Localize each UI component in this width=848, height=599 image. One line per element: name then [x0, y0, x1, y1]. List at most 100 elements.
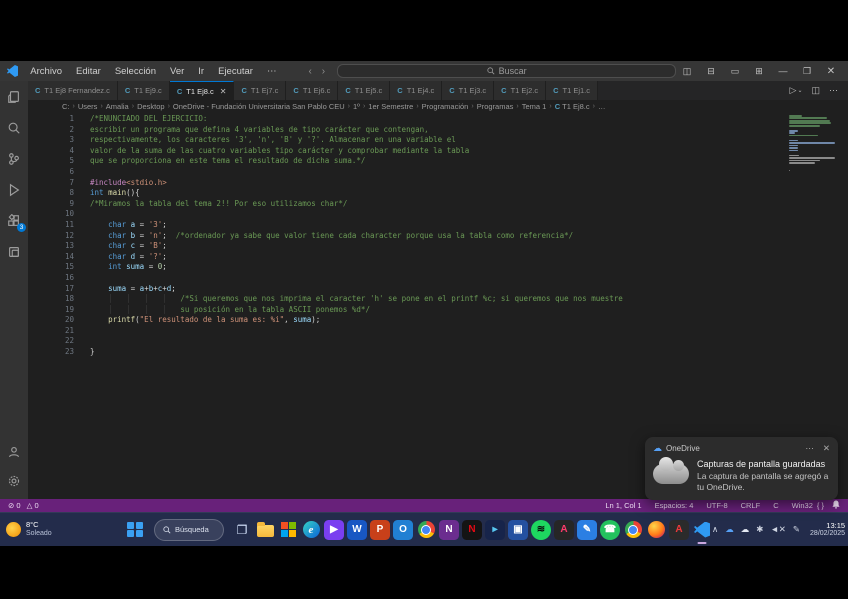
taskbar-search[interactable]: Búsqueda	[154, 519, 224, 541]
onenote-icon[interactable]: N	[439, 520, 459, 540]
code-line[interactable]: 9/*Miramos la tabla del tema 2!! Por eso…	[28, 199, 848, 210]
prime-video-icon[interactable]: ▸	[485, 520, 505, 540]
notification-more-icon[interactable]: ⋯	[805, 443, 814, 454]
formatter-icon[interactable]: { }	[817, 501, 824, 510]
weather-widget[interactable]: 8°C Soleado	[6, 521, 124, 538]
code-line[interactable]: 23}	[28, 347, 848, 358]
taskbar-clock[interactable]: 13:15 28/02/2025	[810, 521, 845, 538]
code-line[interactable]: 6	[28, 167, 848, 178]
start-button[interactable]	[124, 518, 146, 542]
breadcrumb-item[interactable]: C:	[62, 102, 70, 111]
status-item-ln1col1[interactable]: Ln 1, Col 1	[605, 501, 641, 510]
code-line[interactable]: 4valor de la suma de las cuatro variable…	[28, 146, 848, 157]
status-item-crlf[interactable]: CRLF	[741, 501, 761, 510]
breadcrumb-item[interactable]: Users	[78, 102, 98, 111]
tray-expand-icon[interactable]: ∧	[712, 524, 718, 535]
breadcrumb-item[interactable]: …	[598, 102, 606, 111]
breadcrumb-item[interactable]: Desktop	[137, 102, 165, 111]
command-center-search[interactable]: Buscar	[337, 64, 676, 78]
breadcrumb-item[interactable]: Amalia	[106, 102, 129, 111]
pen-icon[interactable]: ✎	[793, 524, 800, 535]
menu-item-ejecutar[interactable]: Ejecutar	[212, 64, 259, 79]
paint-icon[interactable]: ✎	[577, 520, 597, 540]
code-line[interactable]: 5que se proporciona en este tema el resu…	[28, 156, 848, 167]
settings-gear-icon[interactable]	[6, 473, 22, 489]
status-item-win32[interactable]: Win32	[792, 501, 813, 510]
breadcrumb-item[interactable]: Tema 1	[522, 102, 547, 111]
volume-muted-icon[interactable]: ◄✕	[770, 524, 786, 535]
code-line[interactable]: 11 char a = '3';	[28, 220, 848, 231]
code-line[interactable]: 13 char c = 'B';	[28, 241, 848, 252]
menu-item-archivo[interactable]: Archivo	[24, 64, 68, 79]
notifications-bell-icon[interactable]	[832, 500, 840, 511]
toggle-sidebar-icon[interactable]: ◫	[676, 62, 698, 80]
errors-icon[interactable]: ⊘ 0	[8, 501, 21, 510]
breadcrumb-item[interactable]: Programación	[422, 102, 469, 111]
code-line[interactable]: 22	[28, 336, 848, 347]
cloud-icon[interactable]: ☁	[741, 524, 750, 535]
extensions-icon[interactable]: 3	[6, 213, 22, 229]
tab-t1-ej8-fernandez-c[interactable]: CT1 Ej8 Fernandez.c	[28, 81, 118, 100]
tab-t1-ej9-c[interactable]: CT1 Ej9.c	[118, 81, 170, 100]
tab-t1-ej3-c[interactable]: CT1 Ej3.c	[442, 81, 494, 100]
menu-item-[interactable]: ⋯	[261, 64, 283, 79]
code-line[interactable]: 19 │ │ │ │ su posición en la tabla ASCII…	[28, 305, 848, 316]
close-button[interactable]: ✕	[820, 62, 842, 80]
run-debug-icon[interactable]	[6, 182, 22, 198]
code-line[interactable]: 2escribir un programa que defina 4 varia…	[28, 125, 848, 136]
remote-explorer-icon[interactable]	[6, 244, 22, 260]
tab-t1-ej6-c[interactable]: CT1 Ej6.c	[286, 81, 338, 100]
code-line[interactable]: 14 char d = '?';	[28, 252, 848, 263]
status-item-c[interactable]: C	[773, 501, 778, 510]
adobe-express-icon[interactable]: A	[554, 520, 574, 540]
source-control-icon[interactable]	[6, 151, 22, 167]
google-chrome-alt-icon[interactable]	[623, 520, 643, 540]
powerpoint-icon[interactable]: P	[370, 520, 390, 540]
tab-t1-ej2-c[interactable]: CT1 Ej2.c	[494, 81, 546, 100]
status-item-utf8[interactable]: UTF-8	[706, 501, 727, 510]
code-line[interactable]: 17 suma = a+b+c+d;	[28, 284, 848, 295]
movies-tv-icon[interactable]: ▣	[508, 520, 528, 540]
tab-t1-ej5-c[interactable]: CT1 Ej5.c	[338, 81, 390, 100]
tab-t1-ej7-c[interactable]: CT1 Ej7.c	[234, 81, 286, 100]
customize-layout-icon[interactable]: ⊞	[748, 62, 770, 80]
onedrive-notification[interactable]: ☁ OneDrive ⋯ ✕ Capturas de pantalla guar…	[645, 437, 838, 500]
media-player-icon[interactable]: ▶	[324, 520, 344, 540]
word-icon[interactable]: W	[347, 520, 367, 540]
code-line[interactable]: 16	[28, 273, 848, 284]
code-line[interactable]: 21	[28, 326, 848, 337]
menu-item-editar[interactable]: Editar	[70, 64, 107, 79]
breadcrumb-item[interactable]: 1º	[353, 102, 360, 111]
code-line[interactable]: 15 int suma = 0;	[28, 262, 848, 273]
spotify-icon[interactable]: ≋	[531, 520, 551, 540]
notification-close-icon[interactable]: ✕	[823, 443, 830, 454]
whatsapp-icon[interactable]: ☎	[600, 520, 620, 540]
breadcrumb-item[interactable]: Programas	[477, 102, 514, 111]
minimap[interactable]	[789, 115, 835, 172]
minimize-button[interactable]: —	[772, 62, 794, 80]
code-line[interactable]: 18 │ │ │ │ /*Si queremos que nos imprima…	[28, 294, 848, 305]
ms-store-icon[interactable]	[278, 520, 298, 540]
tray-settings-icon[interactable]: ✱	[756, 524, 763, 535]
onedrive-cloud-icon[interactable]: ☁	[725, 524, 734, 535]
code-line[interactable]: 8int main(){	[28, 188, 848, 199]
tab-close-icon[interactable]: ✕	[220, 87, 227, 96]
menu-item-ver[interactable]: Ver	[164, 64, 190, 79]
toggle-panel-icon[interactable]: ⊟	[700, 62, 722, 80]
toggle-secondary-sidebar-icon[interactable]: ▭	[724, 62, 746, 80]
status-item-espacios4[interactable]: Espacios: 4	[655, 501, 694, 510]
run-file-button[interactable]: ▷⌄	[790, 85, 803, 96]
outlook-icon[interactable]: O	[393, 520, 413, 540]
explorer-icon[interactable]	[6, 89, 22, 105]
acrobat-icon[interactable]: A	[669, 520, 689, 540]
file-explorer-icon[interactable]	[255, 520, 275, 540]
code-line[interactable]: 7#include<stdio.h>	[28, 178, 848, 189]
menu-item-seleccin[interactable]: Selección	[109, 64, 162, 79]
account-icon[interactable]	[6, 444, 22, 460]
breadcrumb-item[interactable]: CT1 Ej8.c	[555, 102, 590, 111]
netflix-icon[interactable]: N	[462, 520, 482, 540]
menu-item-ir[interactable]: Ir	[192, 64, 210, 79]
breadcrumb-item[interactable]: OneDrive - Fundación Universitaria San P…	[173, 102, 345, 111]
restore-button[interactable]: ❐	[796, 62, 818, 80]
code-line[interactable]: 3respectivamente, los caracteres '3', 'n…	[28, 135, 848, 146]
